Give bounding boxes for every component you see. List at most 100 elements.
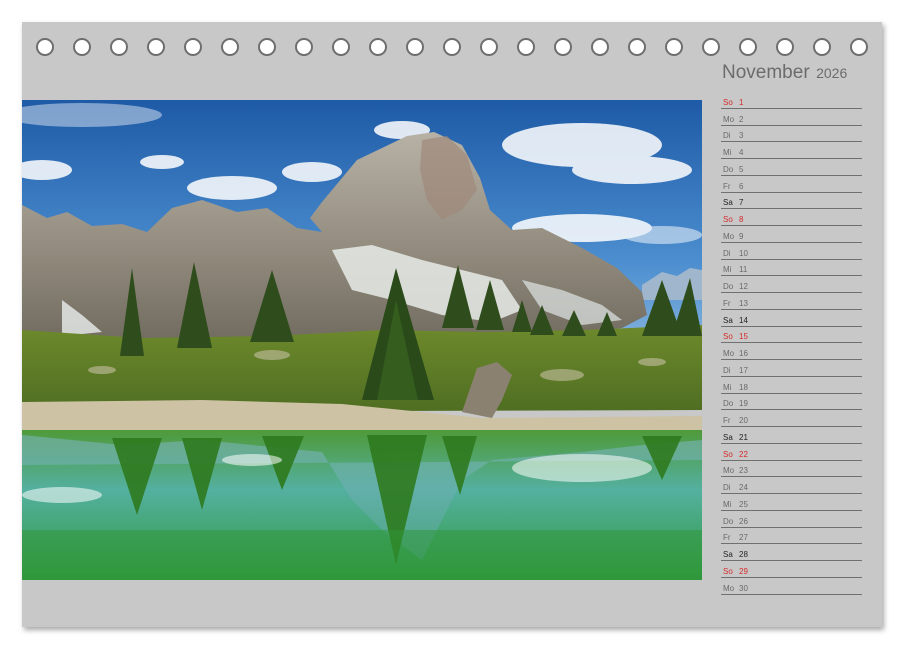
day-number: 8	[739, 215, 744, 224]
weekday-label: Mo	[723, 114, 735, 124]
weekday-label: Fr	[723, 181, 731, 191]
binding-ring	[480, 38, 498, 56]
day-row: Di 17	[721, 360, 862, 377]
day-row: Di 24	[721, 477, 862, 494]
binding-ring	[776, 38, 794, 56]
day-number: 2	[739, 114, 744, 124]
binding-ring	[73, 38, 91, 56]
binding-ring	[517, 38, 535, 56]
weekday-label: Sa	[723, 198, 733, 208]
weekday-label: Sa	[723, 432, 733, 442]
weekday-label: Mi	[723, 265, 732, 275]
weekday-label: Mo	[723, 466, 735, 476]
day-row: Do 5	[721, 159, 862, 176]
day-number: 5	[739, 164, 744, 174]
day-row: Sa 7	[721, 193, 862, 210]
weekday-label: Do	[723, 282, 734, 291]
day-list: So 1 Mo 2 Di 3 Mi 4 Do 5 Fr 6 Sa 7 So 8 Mo 9 Di 10 Mi 11 Do 12 F…	[721, 92, 862, 595]
day-number: 15	[739, 332, 748, 342]
weekday-label: Mi	[723, 382, 732, 392]
day-row: Fr 20	[721, 410, 862, 427]
binding-ring	[221, 38, 239, 56]
binding-ring	[628, 38, 646, 56]
weekday-label: Fr	[723, 533, 731, 543]
day-number: 26	[739, 516, 748, 526]
weekday-label: So	[723, 332, 733, 342]
weekday-label: Fr	[723, 416, 731, 425]
day-number: 11	[739, 265, 748, 275]
day-row: Fr 13	[721, 293, 862, 310]
weekday-label: Sa	[723, 550, 733, 559]
day-number: 4	[739, 148, 744, 157]
binding-ring	[147, 38, 165, 56]
binding-ring	[110, 38, 128, 56]
binding-ring	[36, 38, 54, 56]
weekday-label: Do	[723, 164, 734, 174]
weekday-label: Mo	[723, 349, 735, 358]
day-row: Fr 27	[721, 528, 862, 545]
day-row: Di 3	[721, 126, 862, 143]
binding-ring	[665, 38, 683, 56]
day-number: 9	[739, 231, 744, 241]
weekday-label: So	[723, 566, 733, 576]
day-number: 21	[739, 432, 748, 442]
weekday-label: Mi	[723, 499, 732, 509]
binding-ring	[702, 38, 720, 56]
binding-ring	[258, 38, 276, 56]
binding-ring	[739, 38, 757, 56]
day-number: 29	[739, 566, 748, 576]
month-name: November	[722, 62, 810, 83]
day-number: 23	[739, 466, 748, 476]
day-number: 16	[739, 349, 748, 358]
day-row: Sa 28	[721, 544, 862, 561]
day-row: Mi 25	[721, 494, 862, 511]
day-number: 13	[739, 298, 748, 308]
weekday-label: Di	[723, 483, 731, 492]
day-row: Do 26	[721, 511, 862, 528]
weekday-label: Di	[723, 248, 731, 258]
day-number: 1	[739, 97, 744, 107]
day-row: Sa 21	[721, 427, 862, 444]
day-number: 6	[739, 181, 744, 191]
day-row: Sa 14	[721, 310, 862, 327]
day-row: So 22	[721, 444, 862, 461]
weekday-label: Di	[723, 131, 731, 141]
day-number: 10	[739, 248, 748, 258]
binding-ring	[591, 38, 609, 56]
day-row: Mo 16	[721, 343, 862, 360]
day-row: Do 19	[721, 394, 862, 411]
weekday-label: Fr	[723, 298, 731, 308]
day-row: Fr 6	[721, 176, 862, 193]
day-row: Di 10	[721, 243, 862, 260]
day-number: 18	[739, 382, 748, 392]
day-row: So 1	[721, 92, 862, 109]
binding-ring	[443, 38, 461, 56]
day-number: 30	[739, 583, 748, 593]
weekday-label: Mi	[723, 148, 732, 157]
weekday-label: So	[723, 449, 733, 459]
day-row: Mo 23	[721, 461, 862, 478]
month-year: 2026	[816, 65, 848, 81]
day-row: Mo 9	[721, 226, 862, 243]
binding-ring	[850, 38, 868, 56]
spiral-binding	[36, 38, 868, 58]
day-row: Mi 11	[721, 260, 862, 277]
weekday-label: Mo	[723, 231, 735, 241]
day-row: Mi 18	[721, 377, 862, 394]
weekday-label: So	[723, 97, 733, 107]
day-number: 17	[739, 365, 748, 375]
binding-ring	[406, 38, 424, 56]
day-number: 25	[739, 499, 748, 509]
binding-ring	[184, 38, 202, 56]
day-number: 7	[739, 198, 744, 208]
calendar-page: November 2026 So 1 Mo 2 Di 3 Mi 4 Do 5 Fr 6 Sa 7 So 8 Mo…	[22, 22, 882, 627]
binding-ring	[295, 38, 313, 56]
weekday-label: Do	[723, 399, 734, 409]
day-number: 14	[739, 315, 748, 325]
day-number: 28	[739, 550, 748, 559]
day-number: 24	[739, 483, 748, 492]
binding-ring	[554, 38, 572, 56]
landscape-photo	[22, 100, 702, 580]
month-header: November 2026	[722, 62, 847, 84]
day-number: 12	[739, 282, 748, 291]
